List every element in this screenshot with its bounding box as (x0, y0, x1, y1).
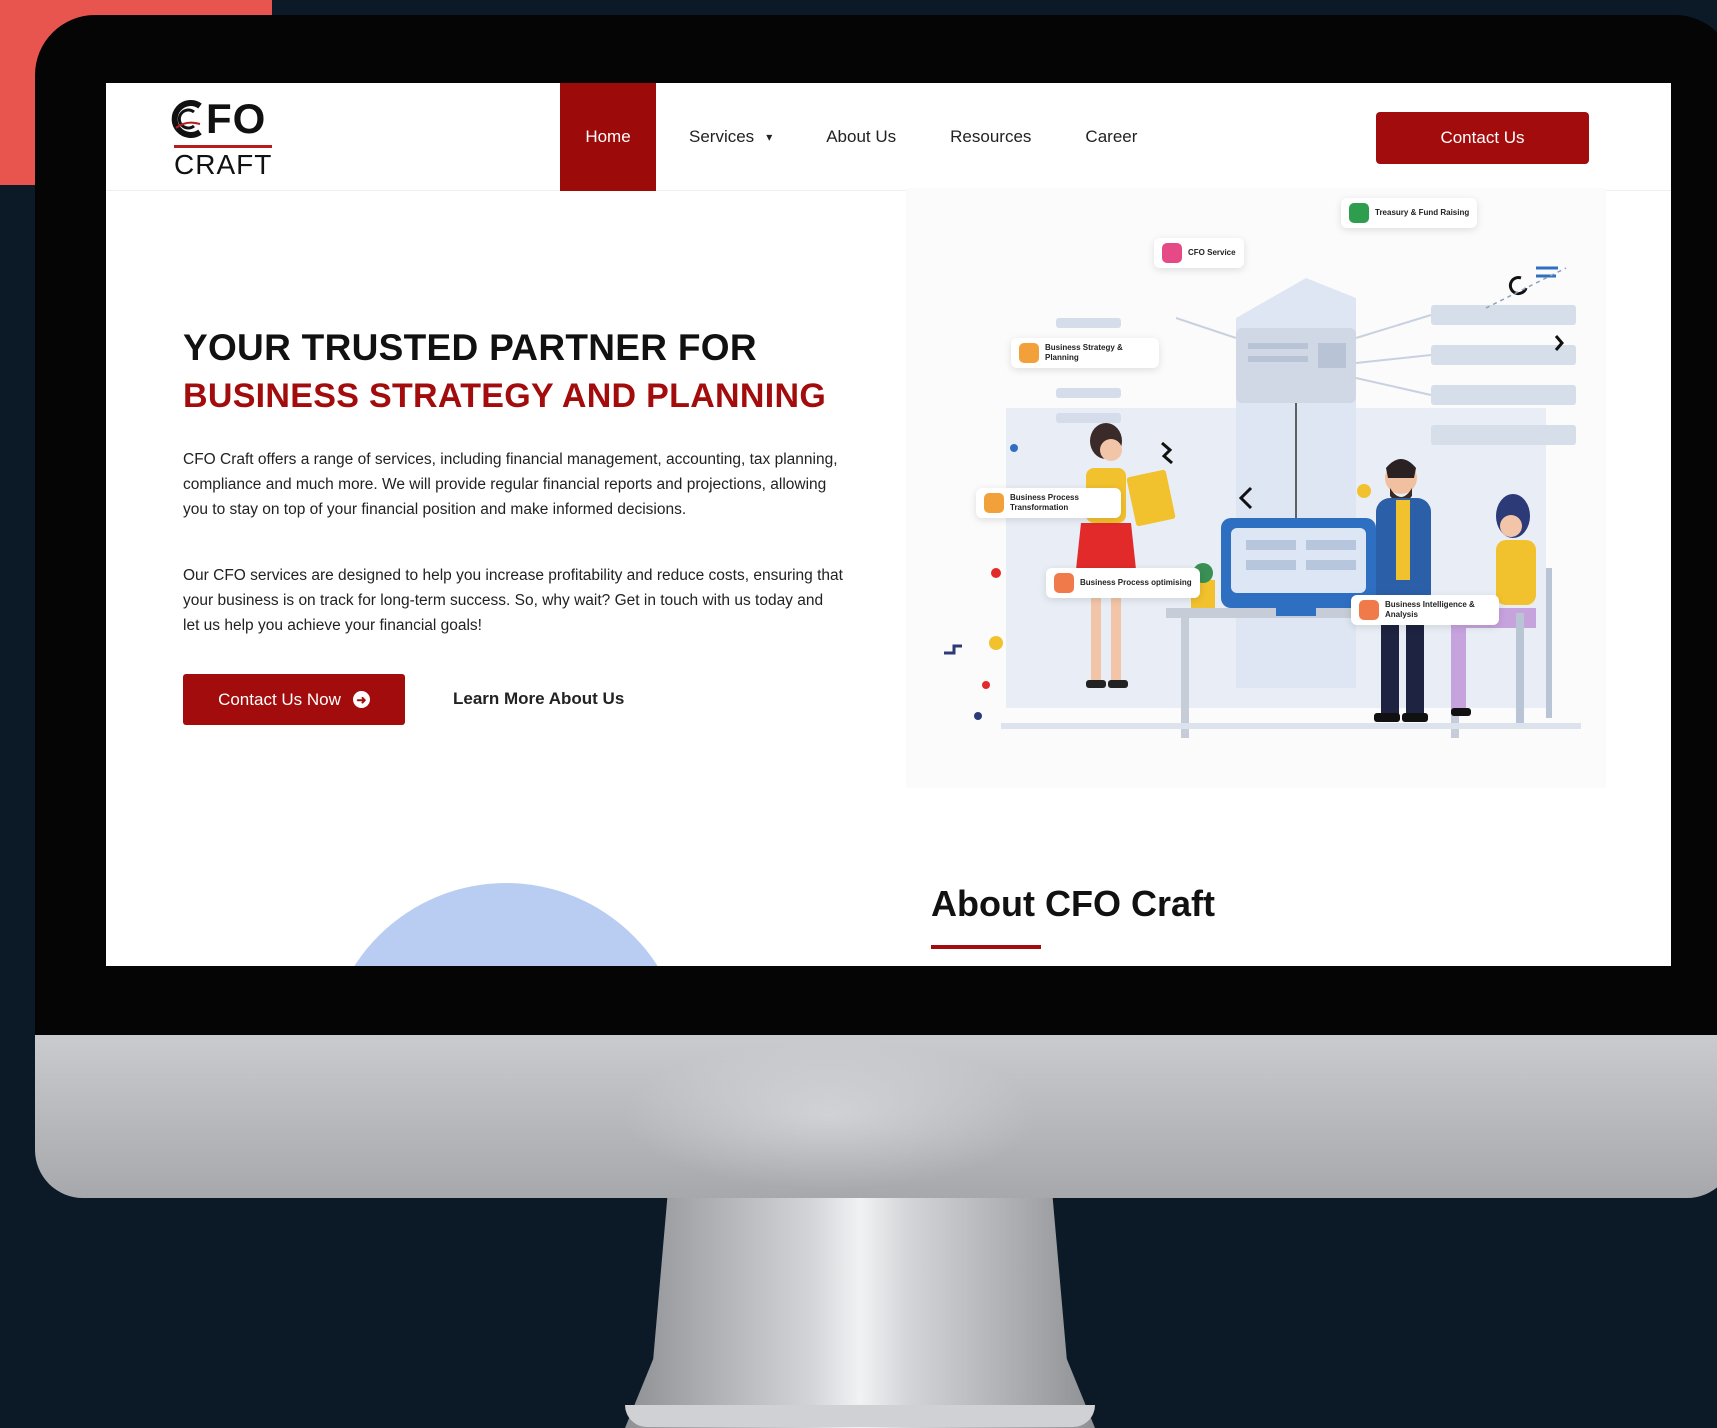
learn-more-link[interactable]: Learn More About Us (453, 689, 624, 709)
card-label: Business Process Transformation (1010, 493, 1079, 512)
hero-paragraph-1: CFO Craft offers a range of services, in… (183, 451, 838, 518)
strategy-icon (1019, 343, 1039, 363)
about-section-title: About CFO Craft (931, 883, 1215, 924)
monitor-stand (625, 1198, 1095, 1428)
card-label: Treasury & Fund Raising (1375, 208, 1470, 217)
hero-illustration: Treasury & Fund Raising CFO Service Busi… (906, 188, 1606, 788)
nav-services[interactable]: Services ▾ (656, 83, 794, 191)
hero-paragraph-2: Our CFO services are designed to help yo… (183, 567, 843, 634)
hero-title-line1: YOUR TRUSTED PARTNER FOR (183, 327, 757, 368)
nav-career-label: Career (1085, 127, 1138, 146)
main-nav: Home Services ▾ About Us Resources Caree… (560, 83, 1159, 191)
service-card-treasury[interactable]: Treasury & Fund Raising (1341, 198, 1478, 228)
contact-us-now-button[interactable]: Contact Us Now ➜ (183, 674, 405, 725)
logo-swoosh-icon (171, 100, 202, 138)
nav-services-label: Services (689, 127, 755, 146)
card-label: Business Process optimising (1080, 578, 1192, 587)
contact-us-now-label: Contact Us Now (218, 689, 341, 709)
nav-resources[interactable]: Resources (928, 83, 1053, 191)
cfo-service-icon (1162, 243, 1182, 263)
service-card-transformation[interactable]: Business Process Transformation (976, 488, 1121, 518)
monitor-stand-base (625, 1405, 1095, 1427)
logo[interactable]: FO CRAFT (170, 95, 290, 180)
transformation-icon (984, 493, 1004, 513)
website-screen: FO CRAFT Home Services ▾ About Us Resour… (106, 83, 1671, 966)
service-card-cfo[interactable]: CFO Service (1154, 238, 1244, 268)
logo-divider (174, 145, 272, 148)
about-title-underline (931, 945, 1041, 949)
service-card-optimising[interactable]: Business Process optimising (1046, 568, 1200, 598)
chin-sheen (620, 1040, 1040, 1190)
service-card-strategy[interactable]: Business Strategy & Planning (1011, 338, 1159, 368)
site-header: FO CRAFT Home Services ▾ About Us Resour… (106, 83, 1671, 191)
treasury-icon (1349, 203, 1369, 223)
contact-us-button[interactable]: Contact Us (1376, 112, 1589, 164)
nav-about-label: About Us (826, 127, 897, 146)
card-label: Business Strategy & Planning (1045, 343, 1123, 362)
intelligence-icon (1359, 600, 1379, 620)
card-label: Business Intelligence & Analysis (1385, 600, 1475, 619)
hero-title-line2: BUSINESS STRATEGY AND PLANNING (183, 377, 827, 415)
about-graphic-circle (326, 883, 686, 966)
logo-text-top: FO (206, 95, 267, 142)
logo-text-bottom: CRAFT (174, 149, 273, 180)
arrow-right-icon: ➜ (352, 691, 370, 708)
chevron-down-icon: ▾ (766, 130, 773, 144)
nav-home[interactable]: Home (560, 83, 656, 191)
card-label: CFO Service (1188, 248, 1236, 257)
nav-career[interactable]: Career (1063, 83, 1159, 191)
nav-resources-label: Resources (950, 127, 1032, 146)
optimising-icon (1054, 573, 1074, 593)
nav-home-label: Home (585, 127, 631, 146)
nav-about-us[interactable]: About Us (804, 83, 918, 191)
service-card-intelligence[interactable]: Business Intelligence & Analysis (1351, 595, 1499, 625)
